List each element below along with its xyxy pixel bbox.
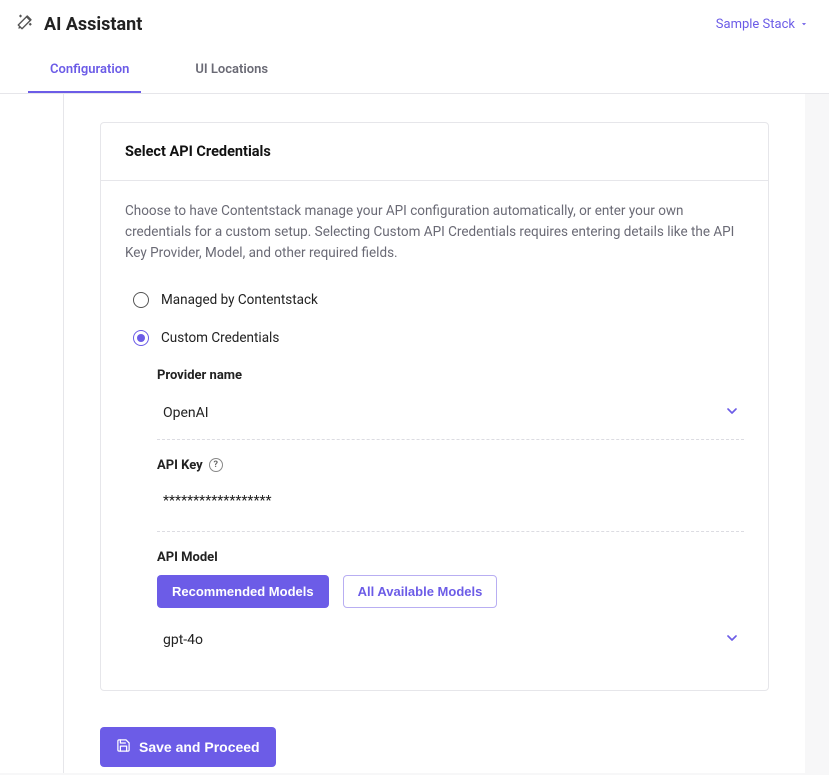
save-button[interactable]: Save and Proceed (100, 727, 276, 767)
radio-icon (133, 292, 149, 308)
provider-field: Provider name OpenAI (157, 368, 744, 440)
all-models-button[interactable]: All Available Models (343, 575, 498, 608)
footer: Save and Proceed (100, 727, 769, 767)
apikey-input[interactable]: ****************** (157, 477, 744, 532)
radio-label-custom: Custom Credentials (161, 330, 279, 346)
provider-value: OpenAI (163, 405, 209, 421)
left-rail (0, 94, 64, 773)
radio-icon (133, 330, 149, 346)
radio-label-managed: Managed by Contentstack (161, 292, 318, 308)
radio-custom[interactable]: Custom Credentials (133, 330, 744, 346)
stack-label: Sample Stack (716, 17, 795, 32)
wand-icon (16, 13, 34, 35)
model-filter-buttons: Recommended Models All Available Models (157, 575, 744, 608)
model-label: API Model (157, 550, 744, 565)
page-title: AI Assistant (44, 14, 142, 35)
page-body: Select API Credentials Choose to have Co… (0, 94, 829, 773)
chevron-down-icon (724, 403, 740, 423)
model-field: API Model Recommended Models All Availab… (157, 550, 744, 666)
chevron-down-icon (724, 630, 740, 650)
tab-configuration[interactable]: Configuration (28, 48, 141, 93)
app-header: AI Assistant Sample Stack (0, 0, 829, 48)
tabs: Configuration UI Locations (0, 48, 829, 94)
recommended-models-button[interactable]: Recommended Models (157, 575, 329, 608)
caret-down-icon (799, 19, 809, 29)
custom-fields: Provider name OpenAI API Key ? (157, 368, 744, 666)
tab-ui-locations[interactable]: UI Locations (173, 48, 280, 93)
card-body: Choose to have Contentstack manage your … (101, 181, 768, 690)
provider-select[interactable]: OpenAI (157, 387, 744, 440)
apikey-value: ****************** (163, 493, 272, 509)
content: Select API Credentials Choose to have Co… (64, 94, 805, 773)
save-label: Save and Proceed (139, 739, 260, 755)
radio-managed[interactable]: Managed by Contentstack (133, 292, 744, 308)
apikey-label-text: API Key (157, 458, 203, 473)
card-header: Select API Credentials (101, 123, 768, 181)
provider-label: Provider name (157, 368, 744, 383)
apikey-label: API Key ? (157, 458, 744, 473)
card-description: Choose to have Contentstack manage your … (125, 201, 744, 264)
model-value: gpt-4o (163, 632, 203, 648)
header-left: AI Assistant (16, 13, 142, 35)
apikey-field: API Key ? ****************** (157, 458, 744, 532)
credentials-card: Select API Credentials Choose to have Co… (100, 122, 769, 691)
help-icon[interactable]: ? (209, 458, 223, 472)
model-select[interactable]: gpt-4o (157, 614, 744, 666)
card-title: Select API Credentials (125, 143, 744, 160)
stack-selector[interactable]: Sample Stack (716, 17, 809, 32)
save-icon (116, 738, 131, 756)
